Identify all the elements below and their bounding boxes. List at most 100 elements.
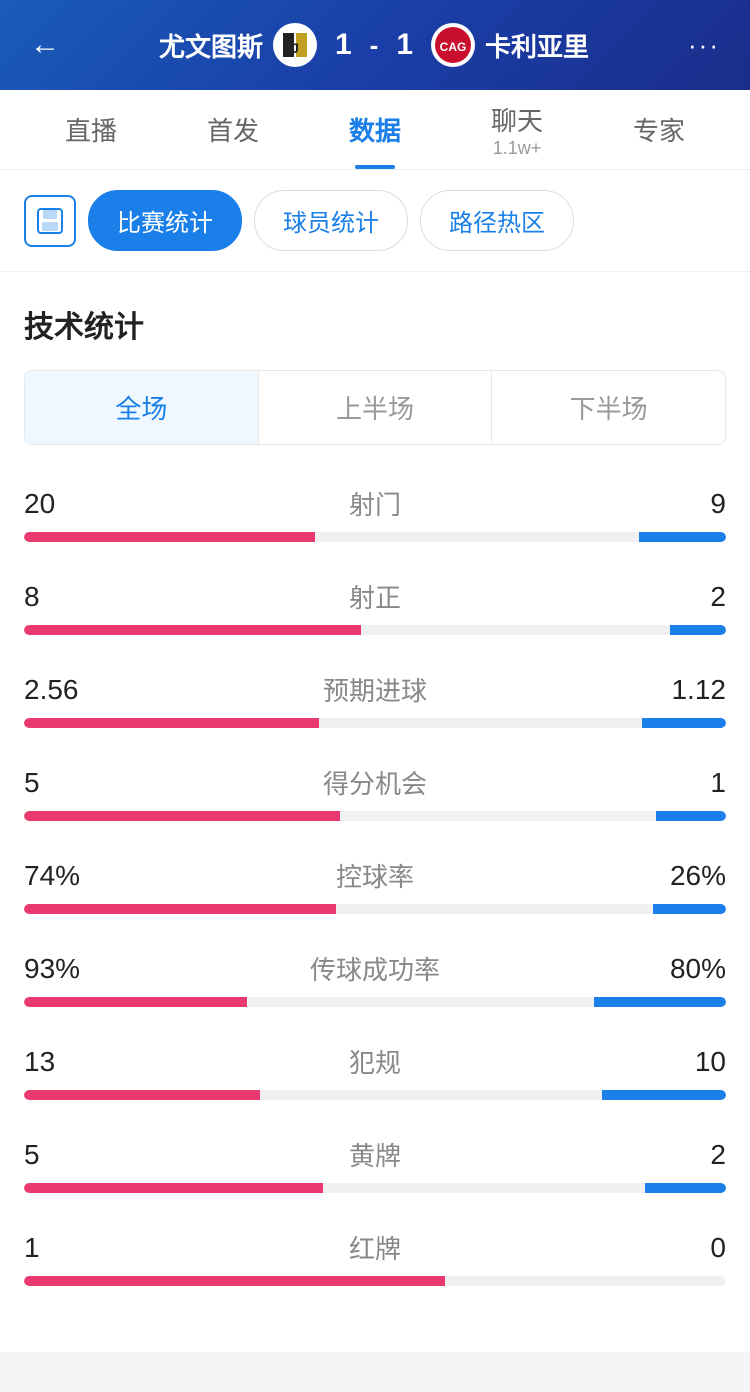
bar-right — [645, 1183, 726, 1193]
svg-text:CAG: CAG — [440, 40, 467, 54]
sub-tab-player-stats[interactable]: 球员统计 — [254, 190, 408, 251]
sub-tabs: 比赛统计 球员统计 路径热区 — [0, 170, 750, 272]
stat-right-value: 2 — [646, 1139, 726, 1171]
team-home-logo: J — [273, 23, 317, 67]
match-title: 尤文图斯 J 1 - 1 CAG 卡利亚里 — [159, 23, 589, 67]
more-button[interactable]: ··· — [688, 30, 720, 61]
period-tabs: 全场 上半场 下半场 — [24, 370, 726, 445]
stat-label: 射正 — [349, 578, 401, 615]
bar-left — [24, 718, 319, 728]
save-button[interactable] — [24, 195, 76, 247]
bar-left — [24, 811, 340, 821]
stat-numbers: 8 射正 2 — [24, 578, 726, 615]
bar-left — [24, 1090, 260, 1100]
bar-right — [594, 997, 726, 1007]
stat-left-value: 93% — [24, 953, 104, 985]
stat-bar — [24, 1276, 726, 1286]
stat-numbers: 93% 传球成功率 80% — [24, 950, 726, 987]
bar-right — [670, 625, 726, 635]
stat-right-value: 2 — [646, 581, 726, 613]
stat-label: 预期进球 — [323, 671, 427, 708]
team-away-name: 卡利亚里 — [485, 27, 589, 64]
stat-right-value: 26% — [646, 860, 726, 892]
stat-label: 得分机会 — [323, 764, 427, 801]
tab-chat[interactable]: 聊天 1.1w+ — [446, 90, 588, 169]
stat-bar — [24, 904, 726, 914]
stat-label: 犯规 — [349, 1043, 401, 1080]
stat-label: 红牌 — [349, 1229, 401, 1266]
stat-numbers: 20 射门 9 — [24, 485, 726, 522]
stat-right-value: 9 — [646, 488, 726, 520]
stat-left-value: 13 — [24, 1046, 104, 1078]
bar-right — [653, 904, 726, 914]
bar-left — [24, 1276, 445, 1286]
period-tab-full[interactable]: 全场 — [25, 371, 259, 444]
stat-numbers: 5 黄牌 2 — [24, 1136, 726, 1173]
tab-live[interactable]: 直播 — [20, 90, 162, 169]
bar-right — [656, 811, 726, 821]
stat-bar — [24, 625, 726, 635]
stat-row: 5 得分机会 1 — [24, 764, 726, 821]
bar-left — [24, 1183, 323, 1193]
stats-list: 20 射门 9 8 射正 2 2.56 预期进球 1.12 — [24, 485, 726, 1286]
team-away-logo: CAG — [431, 23, 475, 67]
svg-text:J: J — [291, 40, 299, 56]
stat-right-value: 80% — [646, 953, 726, 985]
nav-tabs: 直播 首发 数据 聊天 1.1w+ 专家 — [0, 90, 750, 170]
bar-left — [24, 997, 247, 1007]
tab-expert[interactable]: 专家 — [588, 90, 730, 169]
stat-row: 20 射门 9 — [24, 485, 726, 542]
stat-left-value: 5 — [24, 767, 104, 799]
back-button[interactable]: ← — [30, 28, 60, 62]
stat-left-value: 20 — [24, 488, 104, 520]
stat-label: 控球率 — [336, 857, 414, 894]
stat-left-value: 1 — [24, 1232, 104, 1264]
stat-numbers: 5 得分机会 1 — [24, 764, 726, 801]
stat-label: 传球成功率 — [310, 950, 440, 987]
stat-numbers: 74% 控球率 26% — [24, 857, 726, 894]
stat-bar — [24, 1183, 726, 1193]
tab-lineup[interactable]: 首发 — [162, 90, 304, 169]
stat-bar — [24, 811, 726, 821]
stat-left-value: 74% — [24, 860, 104, 892]
stat-numbers: 2.56 预期进球 1.12 — [24, 671, 726, 708]
stat-row: 13 犯规 10 — [24, 1043, 726, 1100]
bar-right — [642, 718, 726, 728]
stat-row: 1 红牌 0 — [24, 1229, 726, 1286]
stat-row: 5 黄牌 2 — [24, 1136, 726, 1193]
stat-right-value: 10 — [646, 1046, 726, 1078]
stats-content: 技术统计 全场 上半场 下半场 20 射门 9 8 射正 2 — [0, 272, 750, 1352]
stat-right-value: 0 — [646, 1232, 726, 1264]
bar-left — [24, 532, 315, 542]
period-tab-second-half[interactable]: 下半场 — [492, 371, 725, 444]
score-away: 1 — [388, 28, 421, 62]
stat-row: 93% 传球成功率 80% — [24, 950, 726, 1007]
team-home-name: 尤文图斯 — [159, 27, 263, 64]
stat-bar — [24, 718, 726, 728]
period-tab-first-half[interactable]: 上半场 — [259, 371, 493, 444]
bar-right — [639, 532, 726, 542]
stat-row: 74% 控球率 26% — [24, 857, 726, 914]
stat-bar — [24, 532, 726, 542]
stat-left-value: 2.56 — [24, 674, 104, 706]
stat-bar — [24, 997, 726, 1007]
section-title: 技术统计 — [24, 302, 726, 346]
tab-data[interactable]: 数据 — [304, 90, 446, 169]
bar-left — [24, 625, 361, 635]
stat-label: 黄牌 — [349, 1136, 401, 1173]
stat-label: 射门 — [349, 485, 401, 522]
stat-row: 8 射正 2 — [24, 578, 726, 635]
sub-tab-match-stats[interactable]: 比赛统计 — [88, 190, 242, 251]
stat-right-value: 1 — [646, 767, 726, 799]
stat-bar — [24, 1090, 726, 1100]
stat-numbers: 1 红牌 0 — [24, 1229, 726, 1266]
score-home: 1 — [327, 28, 360, 62]
stat-left-value: 5 — [24, 1139, 104, 1171]
sub-tab-heatmap[interactable]: 路径热区 — [420, 190, 574, 251]
bar-left — [24, 904, 336, 914]
stat-numbers: 13 犯规 10 — [24, 1043, 726, 1080]
score-separator: - — [370, 30, 379, 61]
match-header: ← 尤文图斯 J 1 - 1 CAG 卡利亚里 ··· — [0, 0, 750, 90]
bar-right — [602, 1090, 726, 1100]
stat-left-value: 8 — [24, 581, 104, 613]
